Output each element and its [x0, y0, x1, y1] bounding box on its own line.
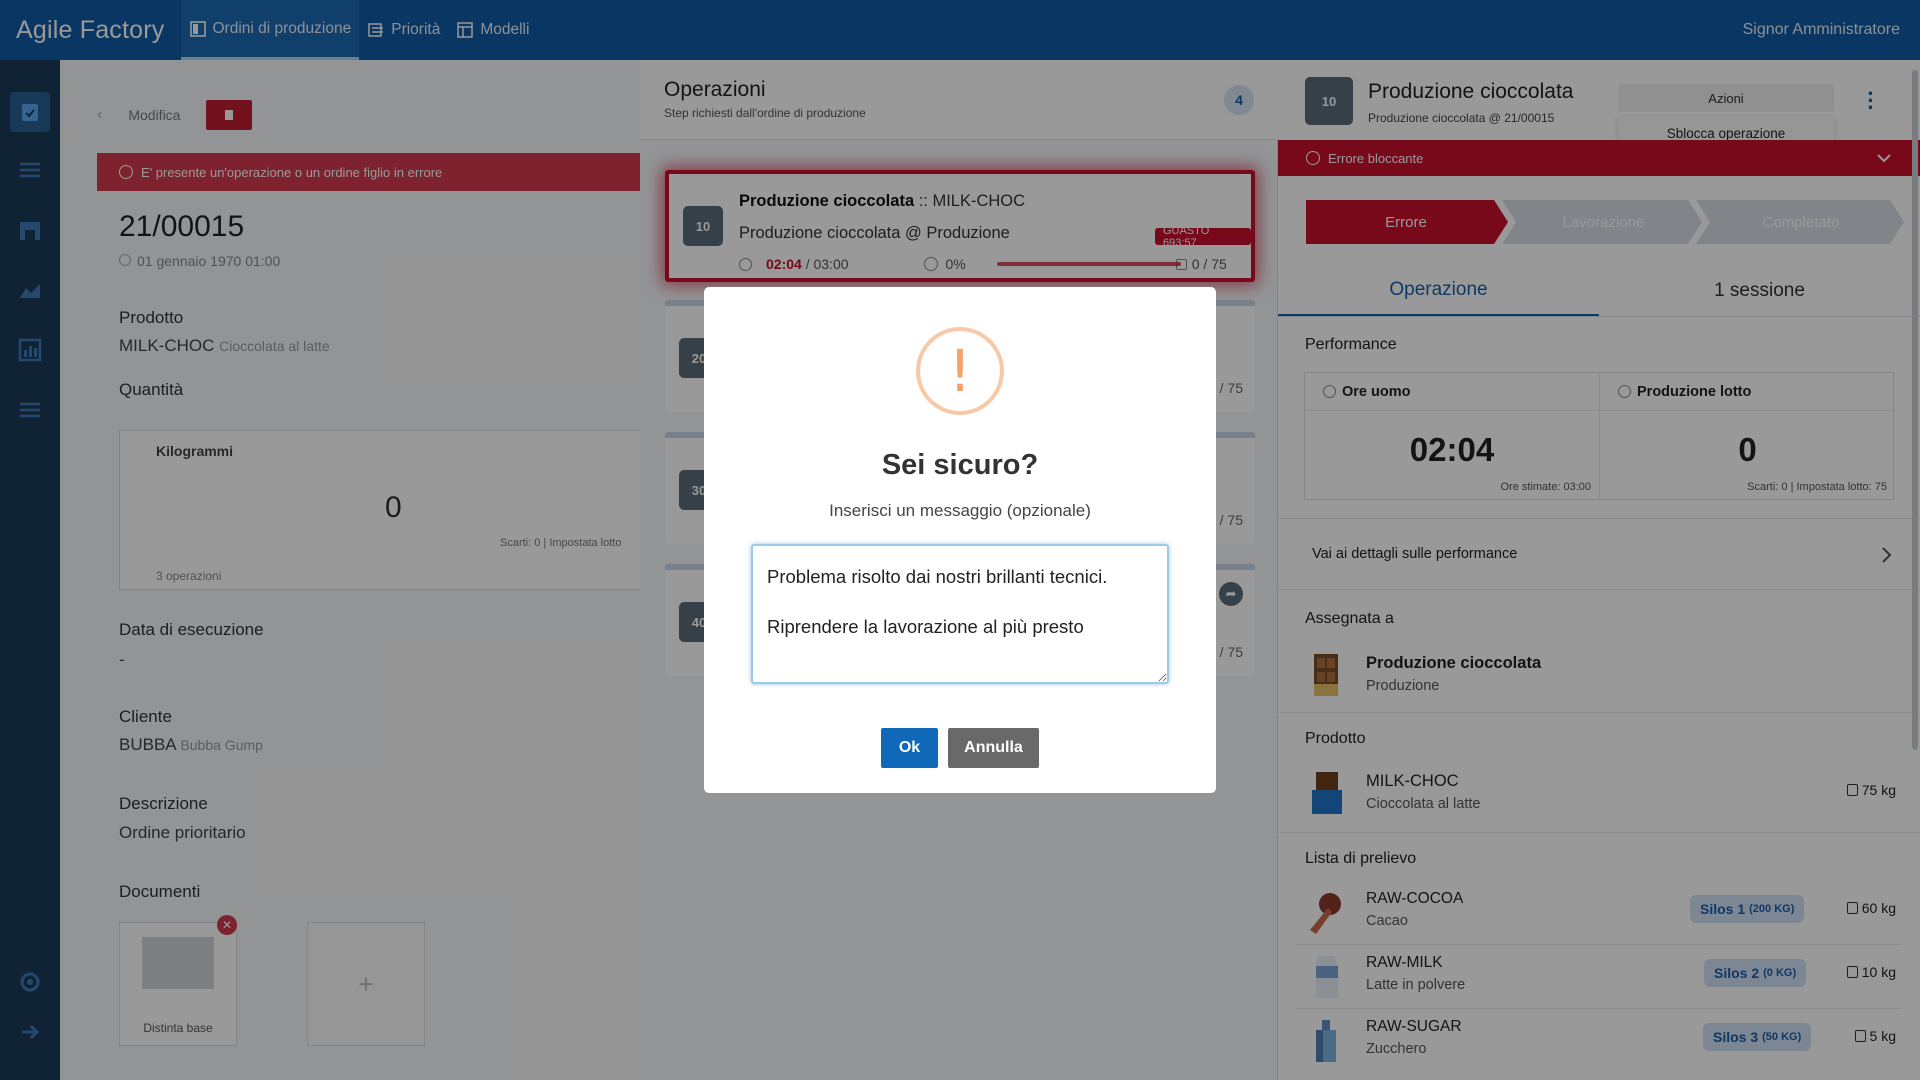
ok-button[interactable]: Ok — [881, 728, 938, 768]
confirm-dialog: ! Sei sicuro? Inserisci un messaggio (op… — [704, 287, 1216, 793]
dialog-title: Sei sicuro? — [881, 449, 1039, 481]
warning-icon: ! — [916, 327, 1004, 415]
cancel-button[interactable]: Annulla — [948, 728, 1039, 768]
message-textarea[interactable]: Problema risolto dai nostri brillanti te… — [751, 544, 1169, 684]
dialog-subtitle: Inserisci un messaggio (opzionale) — [829, 501, 1091, 520]
